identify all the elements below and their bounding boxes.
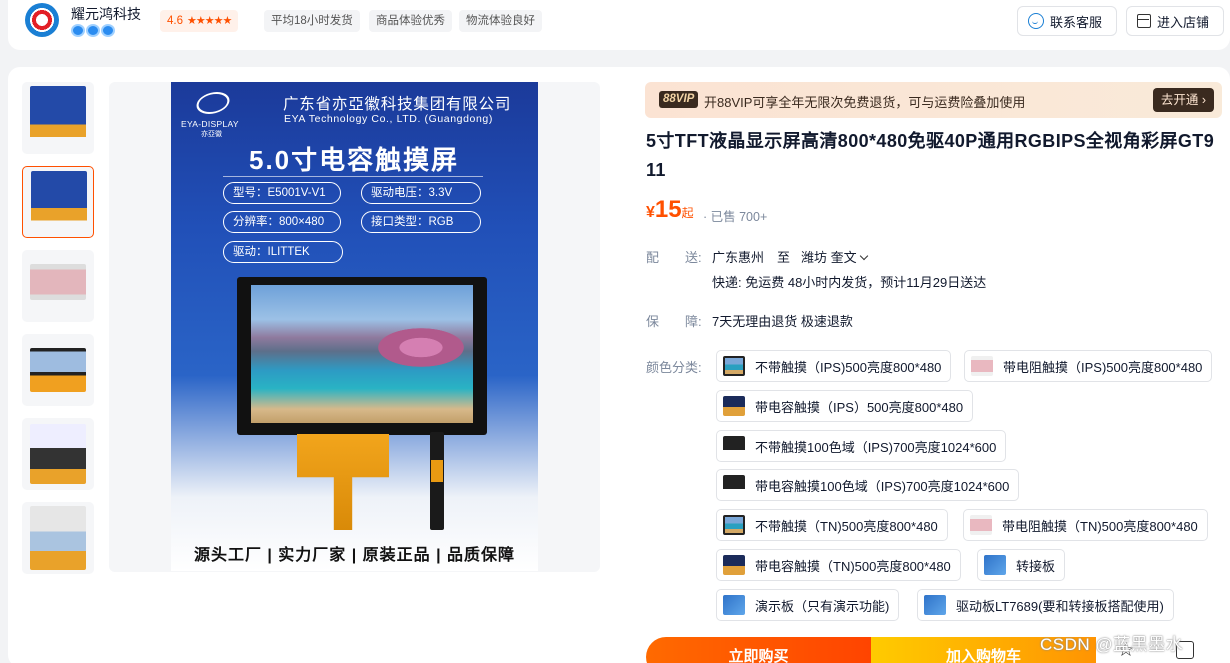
shipping-detail: 快递: 免运费 48小时内发货，预计11月29日送达 [712,275,987,290]
divider [223,176,483,177]
spec-pill: 型号：E5001V-V1 [223,182,341,204]
company-name-en: EYA Technology Co., LTD. (Guangdong) [284,113,493,125]
shop-tag: 平均18小时发货 [264,10,360,32]
variant-option[interactable]: 带电阻触摸（IPS)500亮度800*480 [964,350,1213,382]
shop-tag: 物流体验良好 [459,10,542,32]
variant-option[interactable]: 驱动板LT7689(要和转接板搭配使用) [917,589,1174,621]
thumbnail[interactable] [22,334,94,406]
spec-pill: 接口类型：RGB [361,211,481,233]
medal-icon [71,24,85,37]
thumbnail-selected[interactable] [22,166,94,238]
shop-logo[interactable] [25,3,59,37]
chevron-down-icon [859,251,868,261]
shipping-label: 配 送: [646,250,702,265]
vip-open-button[interactable]: 去开通 › [1152,88,1214,112]
guarantee-label: 保 障: [646,314,702,329]
shipping-destination-selector[interactable]: 潍坊 奎文 [801,247,868,266]
star-rating-icon: ★★★★★ [187,15,232,27]
display-screen-image [251,285,473,423]
brand-cn: 亦亞徽 [201,131,222,138]
buy-now-button[interactable]: 立即购买 [646,637,871,663]
variant-option[interactable]: 转接板 [977,549,1066,581]
spec-pill: 分辨率：800×480 [223,211,341,233]
variant-option[interactable]: 不带触摸（TN)500亮度800*480 [716,509,948,541]
price: ¥15起 [646,196,694,224]
medal-icon [101,24,115,37]
shop-rating: 4.6 ★★★★★ [160,10,239,32]
watermark: CSDN @蓝黑墨水 [1040,635,1184,654]
variant-option[interactable]: 演示板（只有演示功能) [716,589,900,621]
variant-option[interactable]: 带电容触摸（TN)500亮度800*480 [716,549,961,581]
fpc-cable [297,434,389,530]
variant-option[interactable]: 带电阻触摸（TN)500亮度800*480 [963,509,1208,541]
variant-option[interactable]: 带电容触摸（IPS）500亮度800*480 [716,390,974,422]
shop-name[interactable]: 耀元鸿科技 [71,4,141,24]
contact-service-button[interactable]: 联系客服 [1017,6,1117,36]
price-suffix: 起 [681,206,694,220]
enter-store-label: 进入店铺 [1157,14,1210,30]
thumbnail[interactable] [22,502,94,574]
variant-thumbnail [970,515,992,535]
vip-text: 开88VIP可享全年无限次免费退货，可与运费险叠加使用 [704,95,1026,110]
brand-en: EYA-DISPLAY [181,119,239,129]
guarantee-value[interactable]: 7天无理由退货 极速退款 [712,311,853,330]
shop-tag: 商品体验优秀 [369,10,452,32]
brand-logo: EYA-DISPLAY 亦亞徽 [181,92,245,138]
brand-mark-icon [192,92,234,114]
shop-medals [71,24,115,37]
sold-count: · 已售 700+ [703,210,768,224]
thumbnail[interactable] [22,250,94,322]
medal-icon [86,24,100,37]
variant-option[interactable]: 带电容触摸100色域（IPS)700亮度1024*600 [716,469,1020,501]
vip-badge: 88VIP [659,91,699,108]
shipping-to-word: 至 [777,250,791,265]
variant-label: 颜色分类: [646,360,702,375]
vip-banner[interactable]: 88VIP 开88VIP可享全年无限次免费退货，可与运费险叠加使用 去开通 › [645,82,1222,118]
shop-header: 耀元鸿科技 4.6 ★★★★★ 平均18小时发货 商品体验优秀 物流体验良好 联系… [8,0,1230,50]
variant-thumbnail [971,356,993,376]
variant-thumbnail [984,555,1006,575]
variant-thumbnail [723,396,745,416]
product-title: 5寸TFT液晶显示屏高清800*480免驱40P通用RGBIPS全视角彩屏GT9… [646,131,1215,180]
contact-service-label: 联系客服 [1050,14,1103,30]
variant-thumbnail [723,595,745,615]
rating-value: 4.6 [167,15,183,27]
store-icon [1137,14,1151,28]
variant-thumbnail [723,356,745,376]
currency-symbol: ¥ [646,204,655,221]
chevron-right-icon: › [1201,93,1206,107]
thumbnail[interactable] [22,82,94,154]
variant-thumbnail [723,555,745,575]
price-value: 15 [654,196,682,223]
thumbnail[interactable] [22,418,94,490]
shipping-from: 广东惠州 [712,250,765,265]
touch-cable [430,432,444,530]
image-headline: 5.0寸电容触摸屏 [249,145,460,175]
variant-option[interactable]: 不带触摸100色域（IPS)700亮度1024*600 [716,430,1007,462]
main-product-image[interactable]: EYA-DISPLAY 亦亞徽 广东省亦亞徽科技集团有限公司 EYA Techn… [171,82,538,571]
image-slogan: 源头工厂 | 实力厂家 | 原装正品 | 品质保障 [193,547,516,564]
variant-thumbnail [723,436,745,456]
spec-pill: 驱动电压：3.3V [361,182,481,204]
variant-thumbnail [723,515,745,535]
customer-service-icon [1028,13,1044,29]
company-name-cn: 广东省亦亞徽科技集团有限公司 [283,96,512,113]
spec-pill: 驱动：ILITTEK [223,241,343,263]
variant-option[interactable]: 不带触摸（IPS)500亮度800*480 [716,350,952,382]
variant-thumbnail [723,475,745,495]
enter-store-button[interactable]: 进入店铺 [1126,6,1224,36]
variant-thumbnail [924,595,946,615]
